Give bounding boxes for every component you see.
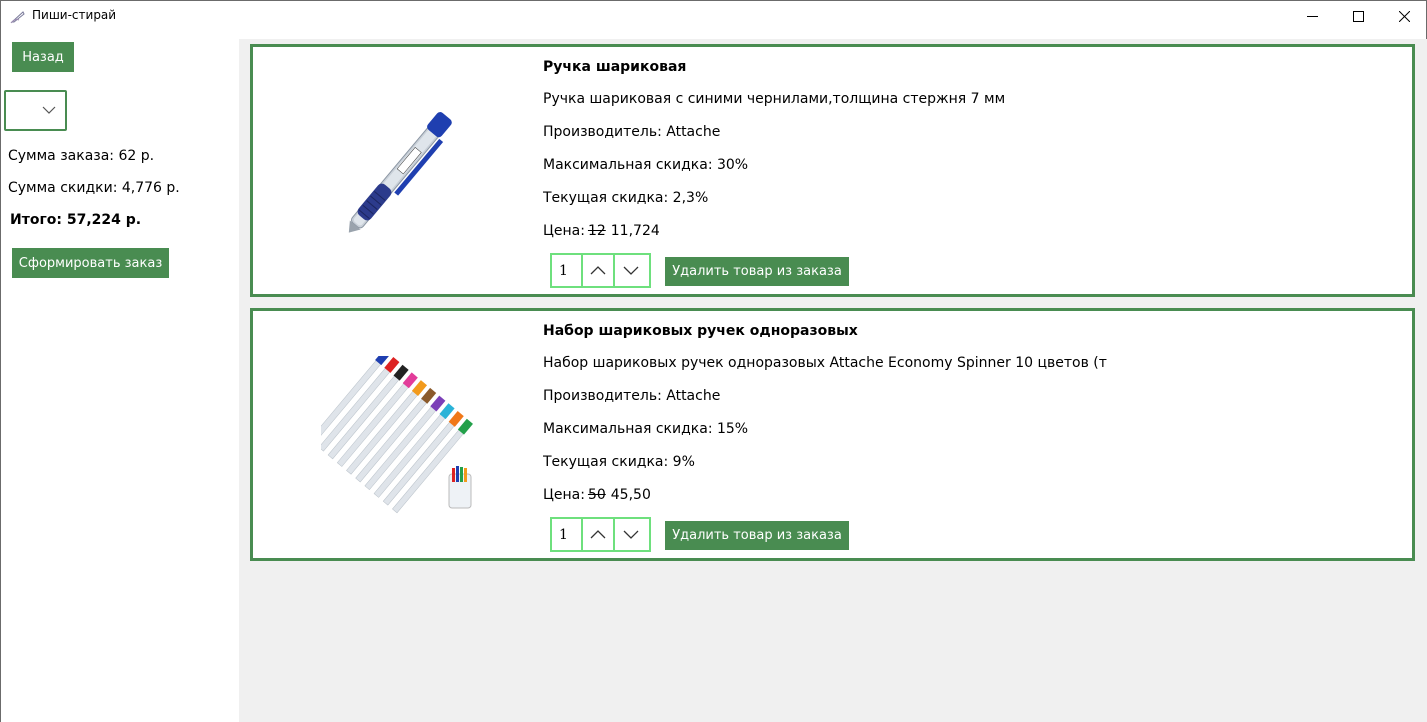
price-label: Цена: (543, 487, 585, 503)
product-current-discount: Текущая скидка: 9% (543, 454, 695, 470)
new-price: 11,724 (610, 223, 660, 239)
close-button[interactable] (1381, 1, 1427, 32)
total-text: Итого: 57,224 р. (10, 212, 142, 228)
chevron-up-icon (590, 266, 606, 275)
quantity-stepper: 1 (550, 253, 651, 288)
order-summary-panel: Назад Сумма заказа: 62 р. Сумма скидки: … (1, 32, 239, 722)
product-price: Цена: 12 11,724 (543, 223, 660, 239)
increase-quantity-button[interactable] (583, 255, 615, 286)
order-item-card: Набор шариковых ручек одноразовых Набор … (250, 308, 1415, 561)
increase-quantity-button[interactable] (583, 519, 615, 550)
product-description: Ручка шариковая с синими чернилами,толщи… (543, 91, 1006, 107)
app-logo-icon (10, 11, 25, 24)
remove-item-button[interactable]: Удалить товар из заказа (665, 257, 849, 286)
product-name: Набор шариковых ручек одноразовых (543, 323, 858, 339)
chevron-up-icon (590, 530, 606, 539)
minimize-icon (1306, 16, 1318, 17)
quantity-field[interactable]: 1 (552, 519, 583, 550)
chevron-down-icon (623, 530, 639, 539)
quantity-stepper: 1 (550, 517, 651, 552)
old-price: 50 (587, 487, 606, 503)
price-label: Цена: (543, 223, 585, 239)
product-manufacturer: Производитель: Attache (543, 124, 721, 140)
maximize-icon (1352, 11, 1364, 22)
order-items-list: Ручка шариковая Ручка шариковая с синими… (239, 39, 1427, 722)
product-name: Ручка шариковая (543, 59, 687, 75)
product-manufacturer: Производитель: Attache (543, 388, 721, 404)
pen-set-image (321, 356, 473, 514)
chevron-down-icon (623, 266, 639, 275)
chevron-down-icon (42, 106, 56, 114)
quantity-field[interactable]: 1 (552, 255, 583, 286)
decrease-quantity-button[interactable] (615, 255, 647, 286)
back-button[interactable]: Назад (12, 42, 74, 72)
maximize-button[interactable] (1335, 1, 1381, 32)
order-sum-text: Сумма заказа: 62 р. (8, 148, 155, 164)
window-title: Пиши-стирай (32, 8, 117, 22)
remove-item-button[interactable]: Удалить товар из заказа (665, 521, 849, 550)
app-window: Пиши-стирай Назад Сумма заказа: 62 р. Су… (0, 0, 1427, 722)
order-item-card: Ручка шариковая Ручка шариковая с синими… (250, 44, 1415, 297)
pickup-point-combobox[interactable] (4, 90, 67, 131)
old-price: 12 (587, 223, 606, 239)
product-current-discount: Текущая скидка: 2,3% (543, 190, 709, 206)
title-bar: Пиши-стирай (1, 1, 1426, 32)
product-description: Набор шариковых ручек одноразовых Attach… (543, 355, 1107, 371)
product-max-discount: Максимальная скидка: 15% (543, 421, 749, 437)
ballpoint-pen-image (348, 112, 452, 233)
decrease-quantity-button[interactable] (615, 519, 647, 550)
close-icon (1398, 11, 1410, 22)
discount-sum-text: Сумма скидки: 4,776 р. (8, 180, 180, 196)
minimize-button[interactable] (1289, 1, 1335, 32)
form-order-button[interactable]: Сформировать заказ (12, 248, 169, 278)
product-price: Цена: 50 45,50 (543, 487, 651, 503)
new-price: 45,50 (610, 487, 651, 503)
product-max-discount: Максимальная скидка: 30% (543, 157, 749, 173)
